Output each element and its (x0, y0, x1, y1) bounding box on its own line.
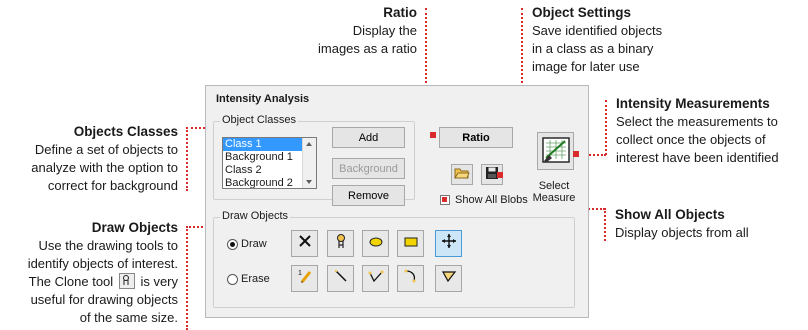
ratio-button[interactable]: Ratio (439, 127, 513, 148)
freehand-tool-icon (403, 268, 419, 289)
ratio-marker-dot (430, 132, 436, 138)
ratio-annotation-line: Display the (352, 23, 417, 38)
objects-classes-annotation-line: correct for background (47, 178, 178, 193)
measure-icon (541, 135, 571, 168)
ellipse-tool-icon (368, 235, 384, 253)
show-all-objects-annotation: Show All Objects Display objects from al… (615, 206, 805, 242)
ratio-annotation-title: Ratio (383, 5, 417, 20)
scroll-down-icon[interactable] (306, 180, 312, 184)
select-measure-button[interactable] (537, 132, 574, 170)
polygon-tool-icon (441, 268, 457, 289)
intensity-measurements-annotation-title: Intensity Measurements (616, 96, 770, 111)
pencil-number-tool-button[interactable]: 1 (291, 265, 318, 292)
show-all-blobs-label: Show All Blobs (455, 194, 528, 206)
polygon-tool-button[interactable] (435, 265, 462, 292)
clone-tool-icon (334, 233, 348, 254)
object-settings-annotation-line: Save identified objects (532, 23, 663, 38)
freehand-tool-button[interactable] (397, 265, 424, 292)
rectangle-tool-icon (403, 235, 419, 253)
move-tool-icon (441, 233, 457, 254)
object-settings-annotation: Object Settings Save identified objects … (532, 4, 732, 76)
intensity-marker-dot (573, 151, 579, 157)
draw-objects-annotation-line: The Clone tool (28, 274, 114, 289)
object-classes-group-label: Object Classes (220, 114, 298, 126)
object-settings-marker-dot (497, 172, 503, 178)
erase-radio-label: Erase (241, 273, 270, 285)
dialog-title: Intensity Analysis (216, 93, 310, 105)
clone-tool-button[interactable] (327, 230, 354, 257)
polyline-tool-icon (368, 268, 384, 289)
objects-classes-annotation-title: Objects Classes (73, 124, 178, 139)
draw-objects-annotation-clone-line: The Clone tool is very (0, 273, 178, 291)
draw-objects-annotation-line: is very (140, 274, 178, 289)
draw-objects-annotation-title: Draw Objects (91, 220, 178, 235)
delete-tool-button[interactable] (291, 230, 318, 257)
line-tool-button[interactable] (327, 265, 354, 292)
draw-objects-annotation-line: of the same size. (79, 310, 178, 325)
intensity-measurements-annotation-line: collect once the objects of (616, 132, 766, 147)
intensity-measurements-annotation-line: interest have been identified (616, 150, 779, 165)
erase-radio[interactable] (227, 274, 238, 285)
clone-tool-inline-icon (118, 273, 135, 289)
listbox-scrollbar[interactable] (302, 138, 316, 188)
draw-objects-group-label: Draw Objects (220, 210, 291, 222)
object-settings-annotation-title: Object Settings (532, 5, 632, 20)
delete-x-icon (298, 234, 312, 253)
remove-button[interactable]: Remove (332, 185, 405, 206)
line-tool-icon (333, 268, 349, 289)
intensity-measurements-annotation-line: Select the measurements to (616, 114, 778, 129)
object-settings-annotation-line: image for later use (532, 59, 640, 74)
ellipse-tool-button[interactable] (362, 230, 389, 257)
draw-radio-label: Draw (241, 238, 267, 250)
select-measure-label: Select Measure (526, 180, 582, 204)
ratio-annotation: Ratio Display the images as a ratio (290, 4, 417, 58)
show-all-objects-annotation-title: Show All Objects (615, 207, 725, 222)
objects-classes-annotation: Objects Classes Define a set of objects … (0, 123, 178, 195)
draw-objects-annotation-line: identify objects of interest. (27, 256, 178, 271)
open-folder-icon (454, 166, 470, 183)
show-all-marker-dot (442, 197, 447, 202)
open-folder-button[interactable] (451, 164, 473, 185)
add-button[interactable]: Add (332, 127, 405, 148)
object-classes-listbox[interactable]: Class 1 Background 1 Class 2 Background … (222, 137, 317, 189)
intensity-leader-line (605, 100, 607, 155)
object-settings-annotation-line: in a class as a binary (532, 41, 654, 56)
ratio-annotation-line: images as a ratio (318, 41, 417, 56)
svg-text:1: 1 (298, 270, 302, 277)
draw-objects-group: Draw Objects (213, 210, 575, 308)
rectangle-tool-button[interactable] (397, 230, 424, 257)
objects-classes-leader-line (186, 127, 188, 191)
show-all-objects-annotation-line: Display objects from all (615, 225, 749, 240)
draw-objects-leader-line (186, 226, 188, 330)
move-tool-button[interactable] (435, 230, 462, 257)
draw-objects-annotation-line: useful for drawing objects (30, 292, 178, 307)
draw-radio[interactable] (227, 239, 238, 250)
pencil-number-icon: 1 (297, 268, 313, 289)
intensity-measurements-annotation: Intensity Measurements Select the measur… (616, 95, 808, 167)
draw-objects-annotation: Draw Objects Use the drawing tools to id… (0, 219, 178, 327)
show-all-leader-line (604, 208, 606, 241)
objects-classes-annotation-line: Define a set of objects to (34, 142, 178, 157)
background-button[interactable]: Background (332, 158, 405, 179)
scroll-up-icon[interactable] (306, 142, 312, 146)
select-measure-label-line: Select (538, 180, 570, 192)
select-measure-label-line: Measure (532, 192, 576, 204)
draw-objects-annotation-line: Use the drawing tools to (38, 238, 178, 253)
polyline-tool-button[interactable] (362, 265, 389, 292)
objects-classes-annotation-line: analyze with the option to (31, 160, 178, 175)
